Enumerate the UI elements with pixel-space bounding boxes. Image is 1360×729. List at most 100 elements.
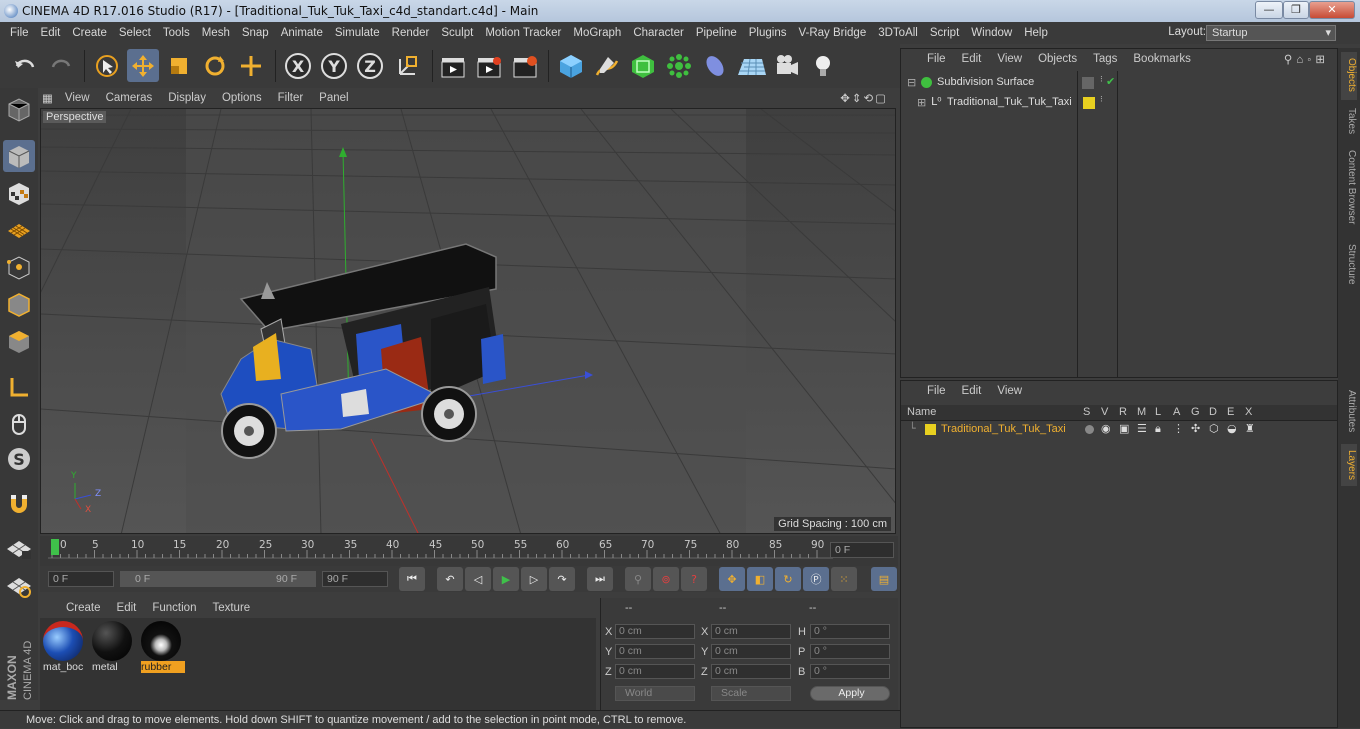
menu-window[interactable]: Window (965, 27, 1018, 39)
make-editable-button[interactable] (3, 93, 35, 125)
col-locked[interactable]: L (1155, 406, 1161, 418)
position-y-field[interactable]: 0 cm (615, 644, 695, 659)
add-camera-button[interactable] (771, 49, 803, 82)
object-row-subdivision[interactable]: ⊟ Subdivision Surface ⁝ ✔ (905, 75, 1325, 93)
key-parameter-button[interactable]: Ⓟ (803, 567, 829, 591)
edges-mode-button[interactable] (3, 288, 35, 320)
menu-sculpt[interactable]: Sculpt (435, 27, 479, 39)
play-button[interactable]: ▶ (493, 567, 519, 591)
x-axis-lock-button[interactable]: X (282, 49, 314, 82)
end-frame-field[interactable]: 90 F (322, 571, 388, 587)
tweak-mode-button[interactable] (3, 408, 35, 440)
coordinate-system-select[interactable]: World (615, 686, 695, 701)
viewport-menu-display[interactable]: Display (160, 92, 214, 104)
timeline-ruler[interactable]: 0 5 10 15 20 25 30 35 40 45 50 55 60 65 … (40, 536, 898, 566)
model-mode-button[interactable] (3, 140, 35, 172)
layer-row[interactable]: └ Traditional_Tuk_Tuk_Taxi ◉ ▣ ☰ 🔒︎ ⋮ ✣ … (901, 422, 1337, 438)
material-menu-edit[interactable]: Edit (109, 602, 145, 614)
frame-range-slider[interactable]: 0 F 90 F (120, 571, 316, 587)
menu-3dtoall[interactable]: 3DToAll (872, 27, 924, 39)
close-button[interactable]: ✕ (1309, 1, 1355, 19)
key-position-button[interactable]: ✥ (719, 567, 745, 591)
add-deformer-button[interactable] (699, 49, 731, 82)
enabled-check-icon[interactable]: ✔ (1106, 75, 1115, 88)
viewport-menu-options[interactable]: Options (214, 92, 270, 104)
menu-create[interactable]: Create (66, 27, 113, 39)
tab-content-browser[interactable]: Content Browser (1341, 146, 1357, 236)
material-item[interactable]: metal (92, 621, 134, 677)
undo-button[interactable] (9, 49, 41, 82)
manager-toggle-icon[interactable]: ☰ (1137, 422, 1147, 435)
menu-render[interactable]: Render (386, 27, 436, 39)
layer-color-swatch[interactable] (1083, 97, 1095, 109)
key-scale-button[interactable]: ◧ (747, 567, 773, 591)
generator-toggle-icon[interactable]: ✣ (1191, 422, 1200, 435)
menu-tools[interactable]: Tools (157, 27, 196, 39)
size-x-field[interactable]: 0 cm (711, 624, 791, 639)
eye-toggle-icon[interactable]: ◉ (1101, 422, 1111, 435)
col-xrefs[interactable]: X (1245, 406, 1252, 418)
menu-select[interactable]: Select (113, 27, 157, 39)
timeline-window-button[interactable]: ▤ (871, 567, 897, 591)
menu-file[interactable]: File (4, 27, 35, 39)
menu-help[interactable]: Help (1018, 27, 1054, 39)
material-item[interactable]: mat_boc (43, 621, 85, 677)
add-cube-button[interactable] (555, 49, 587, 82)
axis-mode-button[interactable] (3, 371, 35, 403)
polygons-mode-button[interactable] (3, 325, 35, 357)
material-menu-function[interactable]: Function (144, 602, 204, 614)
visibility-dots-icon[interactable]: ⁝ (1100, 95, 1103, 105)
minimize-button[interactable]: — (1255, 1, 1283, 19)
3d-viewport[interactable]: Y Z X Perspective Grid Spacing : 100 cm (40, 108, 896, 534)
start-frame-field[interactable]: 0 F (48, 571, 114, 587)
object-row-tuktuk[interactable]: ⊞ L⁰ Traditional_Tuk_Tuk_Taxi ⁝ (905, 95, 1325, 113)
col-expressions[interactable]: E (1227, 406, 1234, 418)
size-y-field[interactable]: 0 cm (711, 644, 791, 659)
col-view[interactable]: V (1101, 406, 1108, 418)
y-axis-lock-button[interactable]: Y (318, 49, 350, 82)
rotation-b-field[interactable]: 0 ° (810, 664, 890, 679)
layer-menu-view[interactable]: View (989, 385, 1030, 397)
autokeying-button[interactable]: ⊚ (653, 567, 679, 591)
object-menu-file[interactable]: File (919, 53, 954, 65)
viewport-navigation-icons[interactable]: ✥⇕⟲▢ (832, 91, 896, 105)
menu-snap[interactable]: Snap (236, 27, 275, 39)
viewport-menu-panel[interactable]: Panel (311, 92, 356, 104)
move-tool-button[interactable] (127, 49, 159, 82)
transform-mode-select[interactable]: Scale (711, 686, 791, 701)
tab-takes[interactable]: Takes (1341, 104, 1357, 142)
object-menu-tags[interactable]: Tags (1085, 53, 1125, 65)
coordinate-system-button[interactable] (392, 49, 424, 82)
expand-icon[interactable]: ⊞ (917, 96, 926, 109)
animation-toggle-icon[interactable]: ⋮ (1173, 422, 1184, 435)
object-menu-view[interactable]: View (989, 53, 1030, 65)
menu-mesh[interactable]: Mesh (196, 27, 236, 39)
menu-plugins[interactable]: Plugins (743, 27, 793, 39)
search-home-icons[interactable]: ⚲⌂◦⊞ (1276, 52, 1337, 66)
enable-snap-button[interactable] (3, 488, 35, 520)
add-floor-button[interactable] (735, 49, 767, 82)
rotate-tool-button[interactable] (199, 49, 231, 82)
menu-script[interactable]: Script (924, 27, 965, 39)
key-rotation-button[interactable]: ↻ (775, 567, 801, 591)
record-active-objects-button[interactable]: ⚲ (625, 567, 651, 591)
tab-structure[interactable]: Structure (1341, 240, 1357, 290)
tab-attributes[interactable]: Attributes (1341, 386, 1357, 442)
col-solo[interactable]: S (1083, 406, 1090, 418)
deformer-toggle-icon[interactable]: ⬡ (1209, 422, 1219, 435)
keyframe-selection-button[interactable]: ? (681, 567, 707, 591)
expression-toggle-icon[interactable]: ◒ (1227, 422, 1237, 435)
visibility-dots-icon[interactable]: ⁝ (1100, 75, 1103, 85)
position-x-field[interactable]: 0 cm (615, 624, 695, 639)
tab-objects[interactable]: Objects (1341, 52, 1357, 100)
col-deformers[interactable]: D (1209, 406, 1217, 418)
object-menu-edit[interactable]: Edit (954, 53, 990, 65)
current-frame-field[interactable]: 0 F (830, 542, 894, 558)
transform-tool-button[interactable] (235, 49, 267, 82)
menu-mograph[interactable]: MoGraph (567, 27, 627, 39)
col-generators[interactable]: G (1191, 406, 1200, 418)
object-menu-bookmarks[interactable]: Bookmarks (1125, 53, 1199, 65)
playhead[interactable] (51, 539, 59, 555)
snapping-button[interactable]: S (3, 443, 35, 475)
apply-button[interactable]: Apply (810, 686, 890, 701)
